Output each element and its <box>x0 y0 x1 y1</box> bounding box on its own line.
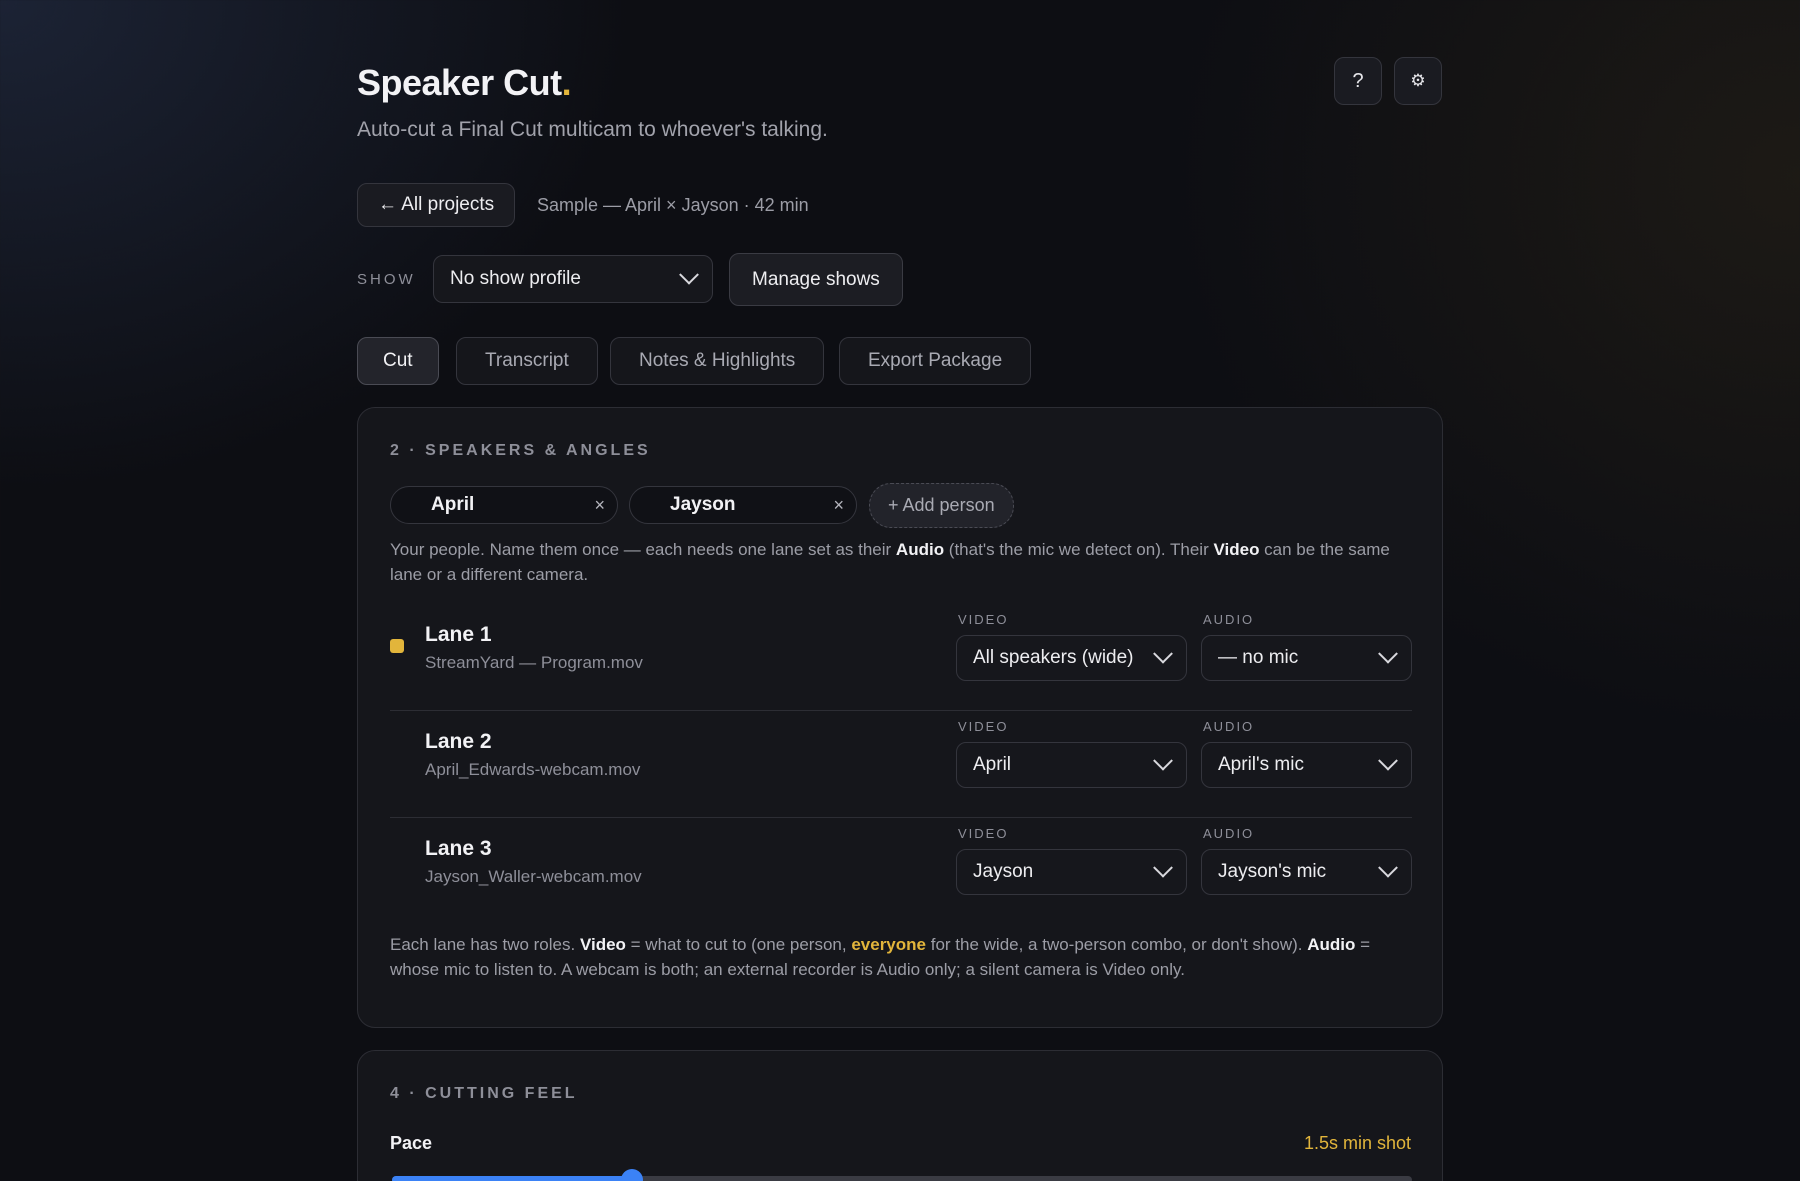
project-meta: Sample — April × Jayson · 42 min <box>537 195 809 215</box>
video-label: VIDEO <box>958 826 1009 841</box>
pace-value: 1.5s min shot <box>1303 1133 1411 1153</box>
chevron-down-icon <box>1378 643 1398 664</box>
audio-select[interactable]: — no mic <box>1201 635 1412 681</box>
lane-file: Jayson_Waller-webcam.mov <box>425 867 642 886</box>
show-profile-value: No show profile <box>450 268 581 289</box>
video-select[interactable]: Jayson <box>956 849 1187 895</box>
lane-file: April_Edwards-webcam.mov <box>425 760 641 779</box>
speakers-help-text: Your people. Name them once — each needs… <box>390 540 1390 584</box>
video-label: VIDEO <box>958 719 1009 734</box>
tab-notes-highlights[interactable]: Notes & Highlights <box>610 337 825 385</box>
chevron-down-icon <box>1153 750 1173 771</box>
app-title: Speaker Cut. <box>357 62 572 103</box>
video-value: Jayson <box>973 861 1034 882</box>
audio-value: April's mic <box>1218 754 1304 775</box>
section-title: 4 · CUTTING FEEL <box>390 1085 578 1102</box>
audio-label: AUDIO <box>1203 612 1255 627</box>
gear-icon: ⚙ <box>1410 71 1426 90</box>
pace-label: Pace <box>390 1133 433 1153</box>
cutting-feel-panel: 4 · CUTTING FEEL Pace 1.5s min shot <box>357 1050 1443 1181</box>
chevron-down-icon <box>1378 750 1398 771</box>
video-value: April <box>973 754 1012 775</box>
help-icon: ? <box>1352 69 1364 92</box>
audio-value: Jayson's mic <box>1218 861 1327 882</box>
tab-transcript[interactable]: Transcript <box>456 337 598 385</box>
audio-select[interactable]: Jayson's mic <box>1201 849 1412 895</box>
all-projects-button[interactable]: ← All projects <box>357 183 516 227</box>
lane-row: Lane 1 StreamYard — Program.mov VIDEO AU… <box>390 599 1412 706</box>
person-chip[interactable]: April × <box>390 486 618 524</box>
show-label: SHOW <box>357 271 416 288</box>
audio-select[interactable]: April's mic <box>1201 742 1412 788</box>
lane-color-marker <box>390 639 404 653</box>
show-profile-select[interactable]: No show profile <box>433 255 713 303</box>
video-label: VIDEO <box>958 612 1009 627</box>
manage-shows-button[interactable]: Manage shows <box>729 253 903 306</box>
person-chip[interactable]: Jayson × <box>629 486 857 524</box>
chevron-down-icon <box>1153 857 1173 878</box>
settings-button[interactable]: ⚙ <box>1394 57 1442 105</box>
chevron-down-icon <box>1153 643 1173 664</box>
lane-row: Lane 2 April_Edwards-webcam.mov VIDEO AU… <box>390 706 1412 813</box>
person-name: Jayson <box>670 494 736 515</box>
chevron-down-icon <box>1378 857 1398 878</box>
help-button[interactable]: ? <box>1334 57 1382 105</box>
lane-name: Lane 1 <box>425 623 492 646</box>
video-select[interactable]: April <box>956 742 1187 788</box>
speakers-angles-panel: 2 · SPEAKERS & ANGLES April × Jayson × +… <box>357 407 1443 1028</box>
lane-row: Lane 3 Jayson_Waller-webcam.mov VIDEO AU… <box>390 813 1412 920</box>
video-value: All speakers (wide) <box>973 647 1134 668</box>
lane-roles-help-text: Each lane has two roles. Video = what to… <box>390 935 1371 979</box>
tab-cut[interactable]: Cut <box>357 337 439 385</box>
close-icon[interactable]: × <box>594 495 605 516</box>
audio-value: — no mic <box>1218 647 1299 668</box>
lane-file: StreamYard — Program.mov <box>425 653 643 672</box>
slider-thumb[interactable] <box>620 1169 643 1181</box>
lane-name: Lane 2 <box>425 730 492 753</box>
audio-label: AUDIO <box>1203 719 1255 734</box>
tab-export-package[interactable]: Export Package <box>839 337 1032 385</box>
video-select[interactable]: All speakers (wide) <box>956 635 1187 681</box>
pace-slider[interactable] <box>392 1169 1412 1181</box>
app-subtitle: Auto-cut a Final Cut multicam to whoever… <box>357 118 828 141</box>
slider-fill <box>392 1176 632 1181</box>
audio-label: AUDIO <box>1203 826 1255 841</box>
section-title: 2 · SPEAKERS & ANGLES <box>390 442 651 459</box>
lane-name: Lane 3 <box>425 837 492 860</box>
person-name: April <box>431 494 475 515</box>
add-person-button[interactable]: + Add person <box>869 483 1014 528</box>
close-icon[interactable]: × <box>833 495 844 516</box>
chevron-down-icon <box>679 264 699 285</box>
